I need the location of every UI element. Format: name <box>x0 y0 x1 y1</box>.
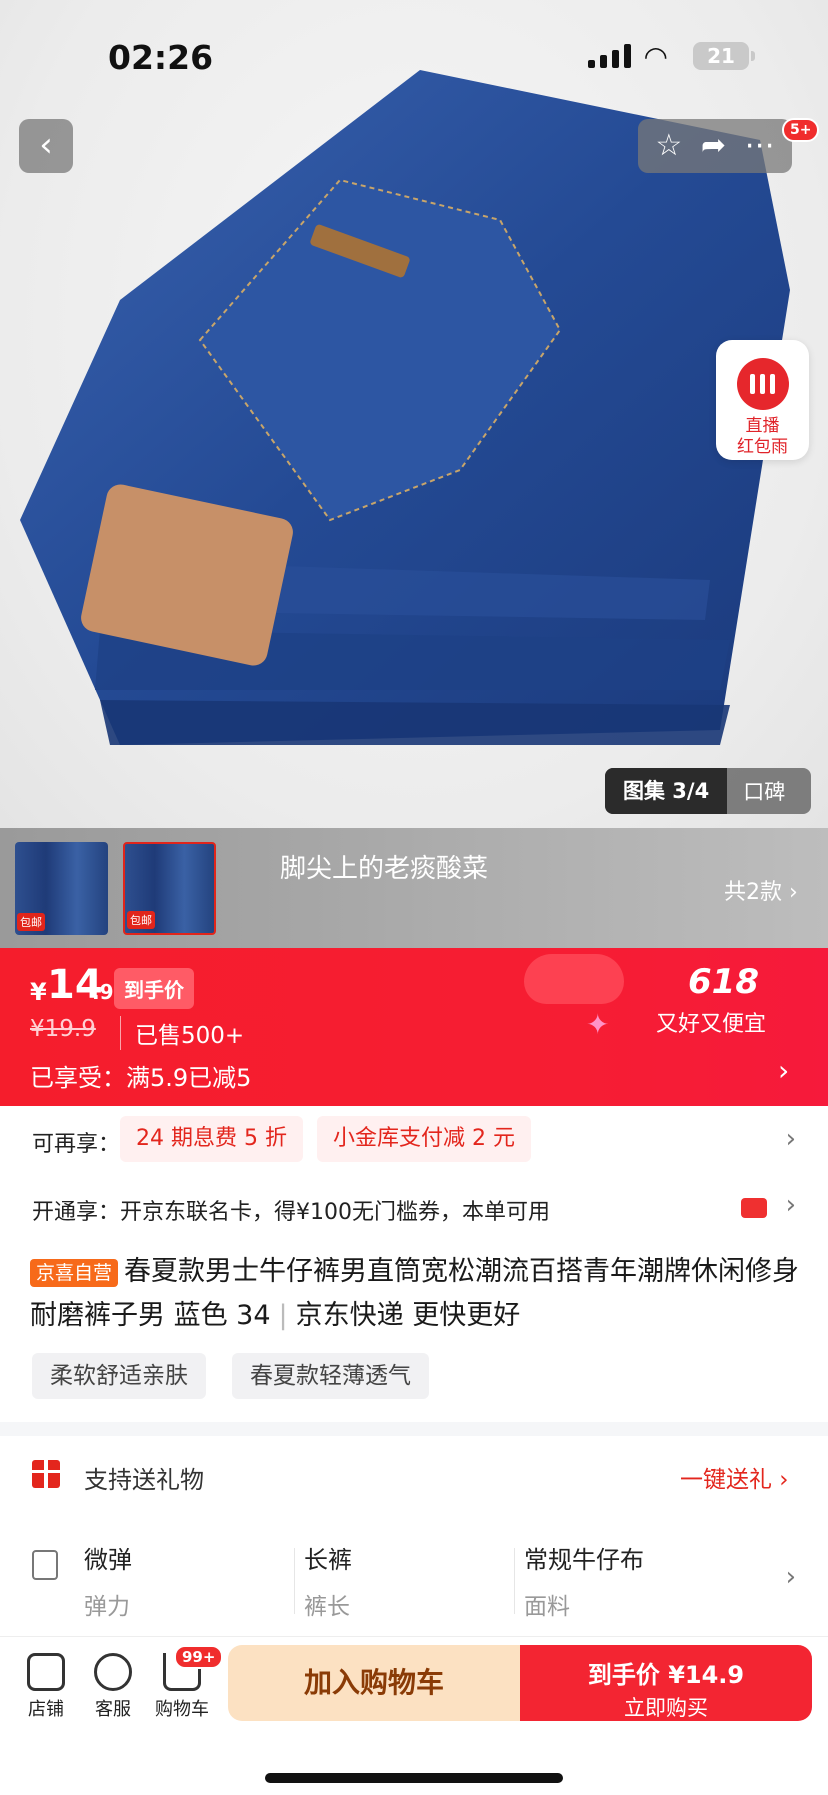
live-label-1: 直播 <box>745 416 780 436</box>
status-time: 02:26 <box>108 38 214 77</box>
sold-count: 已售500+ <box>120 1016 244 1050</box>
live-icon <box>736 358 789 410</box>
share-icon[interactable]: ➦ <box>701 119 726 173</box>
feature-tag: 春夏款轻薄透气 <box>232 1353 429 1399</box>
more-icon[interactable]: ⋯ <box>745 119 775 173</box>
offer-pill[interactable]: 24 期息费 5 折 <box>120 1116 303 1162</box>
chat-icon <box>94 1653 132 1691</box>
live-label-2: 红包雨 <box>737 437 788 457</box>
gallery-switch[interactable]: 图集 3/4 口碑 <box>605 768 811 814</box>
price-decimal: .9 <box>92 980 114 1004</box>
shop-label: 店铺 <box>28 1699 64 1720</box>
offer-pill[interactable]: 小金库支付减 2 元 <box>317 1116 531 1162</box>
spec-value: 常规牛仔布 <box>524 1546 644 1574</box>
promo-slogan: 又好又便宜 <box>656 1012 767 1037</box>
buy-now-button[interactable]: 到手价 ¥14.9 立即购买 <box>520 1645 812 1721</box>
spec-value: 微弹 <box>84 1546 132 1574</box>
divider <box>514 1548 515 1614</box>
cart-badge: 99+ <box>174 1645 224 1669</box>
buy-now-label: 立即购买 <box>624 1696 708 1720</box>
chevron-right-icon[interactable]: › <box>786 1562 796 1592</box>
spec-item: 长裤 裤长 <box>304 1540 352 1620</box>
message-badge: 5+ <box>782 118 820 142</box>
chevron-right-icon[interactable]: › <box>786 1124 796 1154</box>
mascot-icon <box>524 954 624 1004</box>
header-toolbar: ☆ ➦ ⋯ <box>638 119 792 173</box>
variant-thumb[interactable]: 包邮 <box>15 842 108 935</box>
battery-icon: 21 <box>693 42 755 70</box>
thumb-tag: 包邮 <box>17 913 45 931</box>
card-offer-row[interactable]: 开通享：开京东联名卡，得¥100无门槛券，本单可用 › <box>0 1174 828 1244</box>
store-icon <box>27 1653 65 1691</box>
gift-label: 支持送礼物 <box>84 1466 204 1494</box>
service-label: 客服 <box>95 1699 131 1720</box>
chevron-left-icon: ‹ <box>39 125 53 165</box>
thumb-tag: 包邮 <box>127 911 155 929</box>
promo-title: 618 <box>688 962 759 1002</box>
currency-symbol: ¥ <box>30 978 47 1006</box>
live-redpacket-widget[interactable]: 直播 红包雨 <box>716 340 809 460</box>
chevron-right-icon[interactable]: › <box>786 1190 796 1220</box>
bottom-action-bar: 店铺 客服 购物车 99+ 加入购物车 到手价 ¥14.9 立即购买 <box>0 1636 828 1795</box>
variant-count[interactable]: 共2款 › <box>724 874 798 906</box>
divider <box>294 1548 295 1614</box>
spec-key: 面料 <box>524 1594 570 1620</box>
gallery-tab[interactable]: 图集 3/4 <box>605 768 728 814</box>
home-indicator[interactable] <box>265 1773 563 1783</box>
product-title: 京喜自营 春夏款男士牛仔裤男直筒宽松潮流百搭青年潮牌休闲修身耐磨裤子男 蓝色 34… <box>30 1250 800 1338</box>
variant-strip[interactable]: 包邮 包邮 脚尖上的老痰酸菜 共2款 › <box>0 828 828 948</box>
document-icon <box>32 1550 58 1580</box>
specs-row[interactable]: 微弹 弹力 长裤 裤长 常规牛仔布 面料 › <box>0 1526 828 1636</box>
reviews-tab[interactable]: 口碑 <box>727 776 801 806</box>
offers-label: 可再享： <box>32 1132 121 1157</box>
extra-offers-row[interactable]: 可再享： 24 期息费 5 折 小金库支付减 2 元 › <box>0 1106 828 1174</box>
sparkle-icon: ✦ <box>586 1008 610 1041</box>
chevron-right-icon[interactable]: › <box>778 1054 789 1087</box>
original-price: ¥19.9 <box>30 1016 96 1042</box>
buy-price: 到手价 ¥14.9 <box>587 1661 745 1689</box>
feature-tag: 柔软舒适亲肤 <box>32 1353 206 1399</box>
service-button[interactable]: 客服 <box>77 1647 149 1721</box>
card-offer-text: 开通享：开京东联名卡，得¥100无门槛券，本单可用 <box>32 1200 550 1225</box>
product-image-area[interactable]: 02:26 ◠ 21 ‹ ☆ ➦ ⋯ 5+ 直播 红包雨 图集 3/4 口碑 <box>0 0 828 828</box>
spec-value: 长裤 <box>304 1546 352 1574</box>
spec-item: 微弹 弹力 <box>84 1540 132 1620</box>
send-gift-button[interactable]: 一键送礼 › <box>680 1460 789 1494</box>
gift-icon <box>32 1460 60 1488</box>
back-button[interactable]: ‹ <box>19 119 73 173</box>
delivery-text: 京东快递 更快更好 <box>295 1300 521 1331</box>
card-icon <box>741 1198 767 1218</box>
add-to-cart-button[interactable]: 加入购物车 <box>228 1645 520 1721</box>
price-bar: ✦ ¥ 14 .9 到手价 ¥19.9 已售500+ 已享受：满5.9已减5 ›… <box>0 948 828 1106</box>
spec-key: 裤长 <box>304 1594 350 1620</box>
self-operated-badge: 京喜自营 <box>30 1258 119 1287</box>
spec-key: 弹力 <box>84 1594 130 1620</box>
variant-thumb-selected[interactable]: 包邮 <box>123 842 216 935</box>
gift-row[interactable]: 支持送礼物 一键送礼 › <box>0 1436 828 1526</box>
star-icon[interactable]: ☆ <box>655 119 682 173</box>
shop-name: 脚尖上的老痰酸菜 <box>280 854 489 884</box>
shop-button[interactable]: 店铺 <box>10 1647 82 1721</box>
cart-label: 购物车 <box>155 1699 209 1720</box>
divider: | <box>278 1300 288 1331</box>
signal-icon <box>588 44 631 68</box>
section-divider <box>0 1422 828 1436</box>
price-tag: 到手价 <box>114 968 194 1009</box>
discount-enjoyed[interactable]: 已享受：满5.9已减5 <box>30 1058 251 1093</box>
spec-item: 常规牛仔布 面料 <box>524 1540 644 1620</box>
wifi-icon: ◠ <box>645 40 667 73</box>
